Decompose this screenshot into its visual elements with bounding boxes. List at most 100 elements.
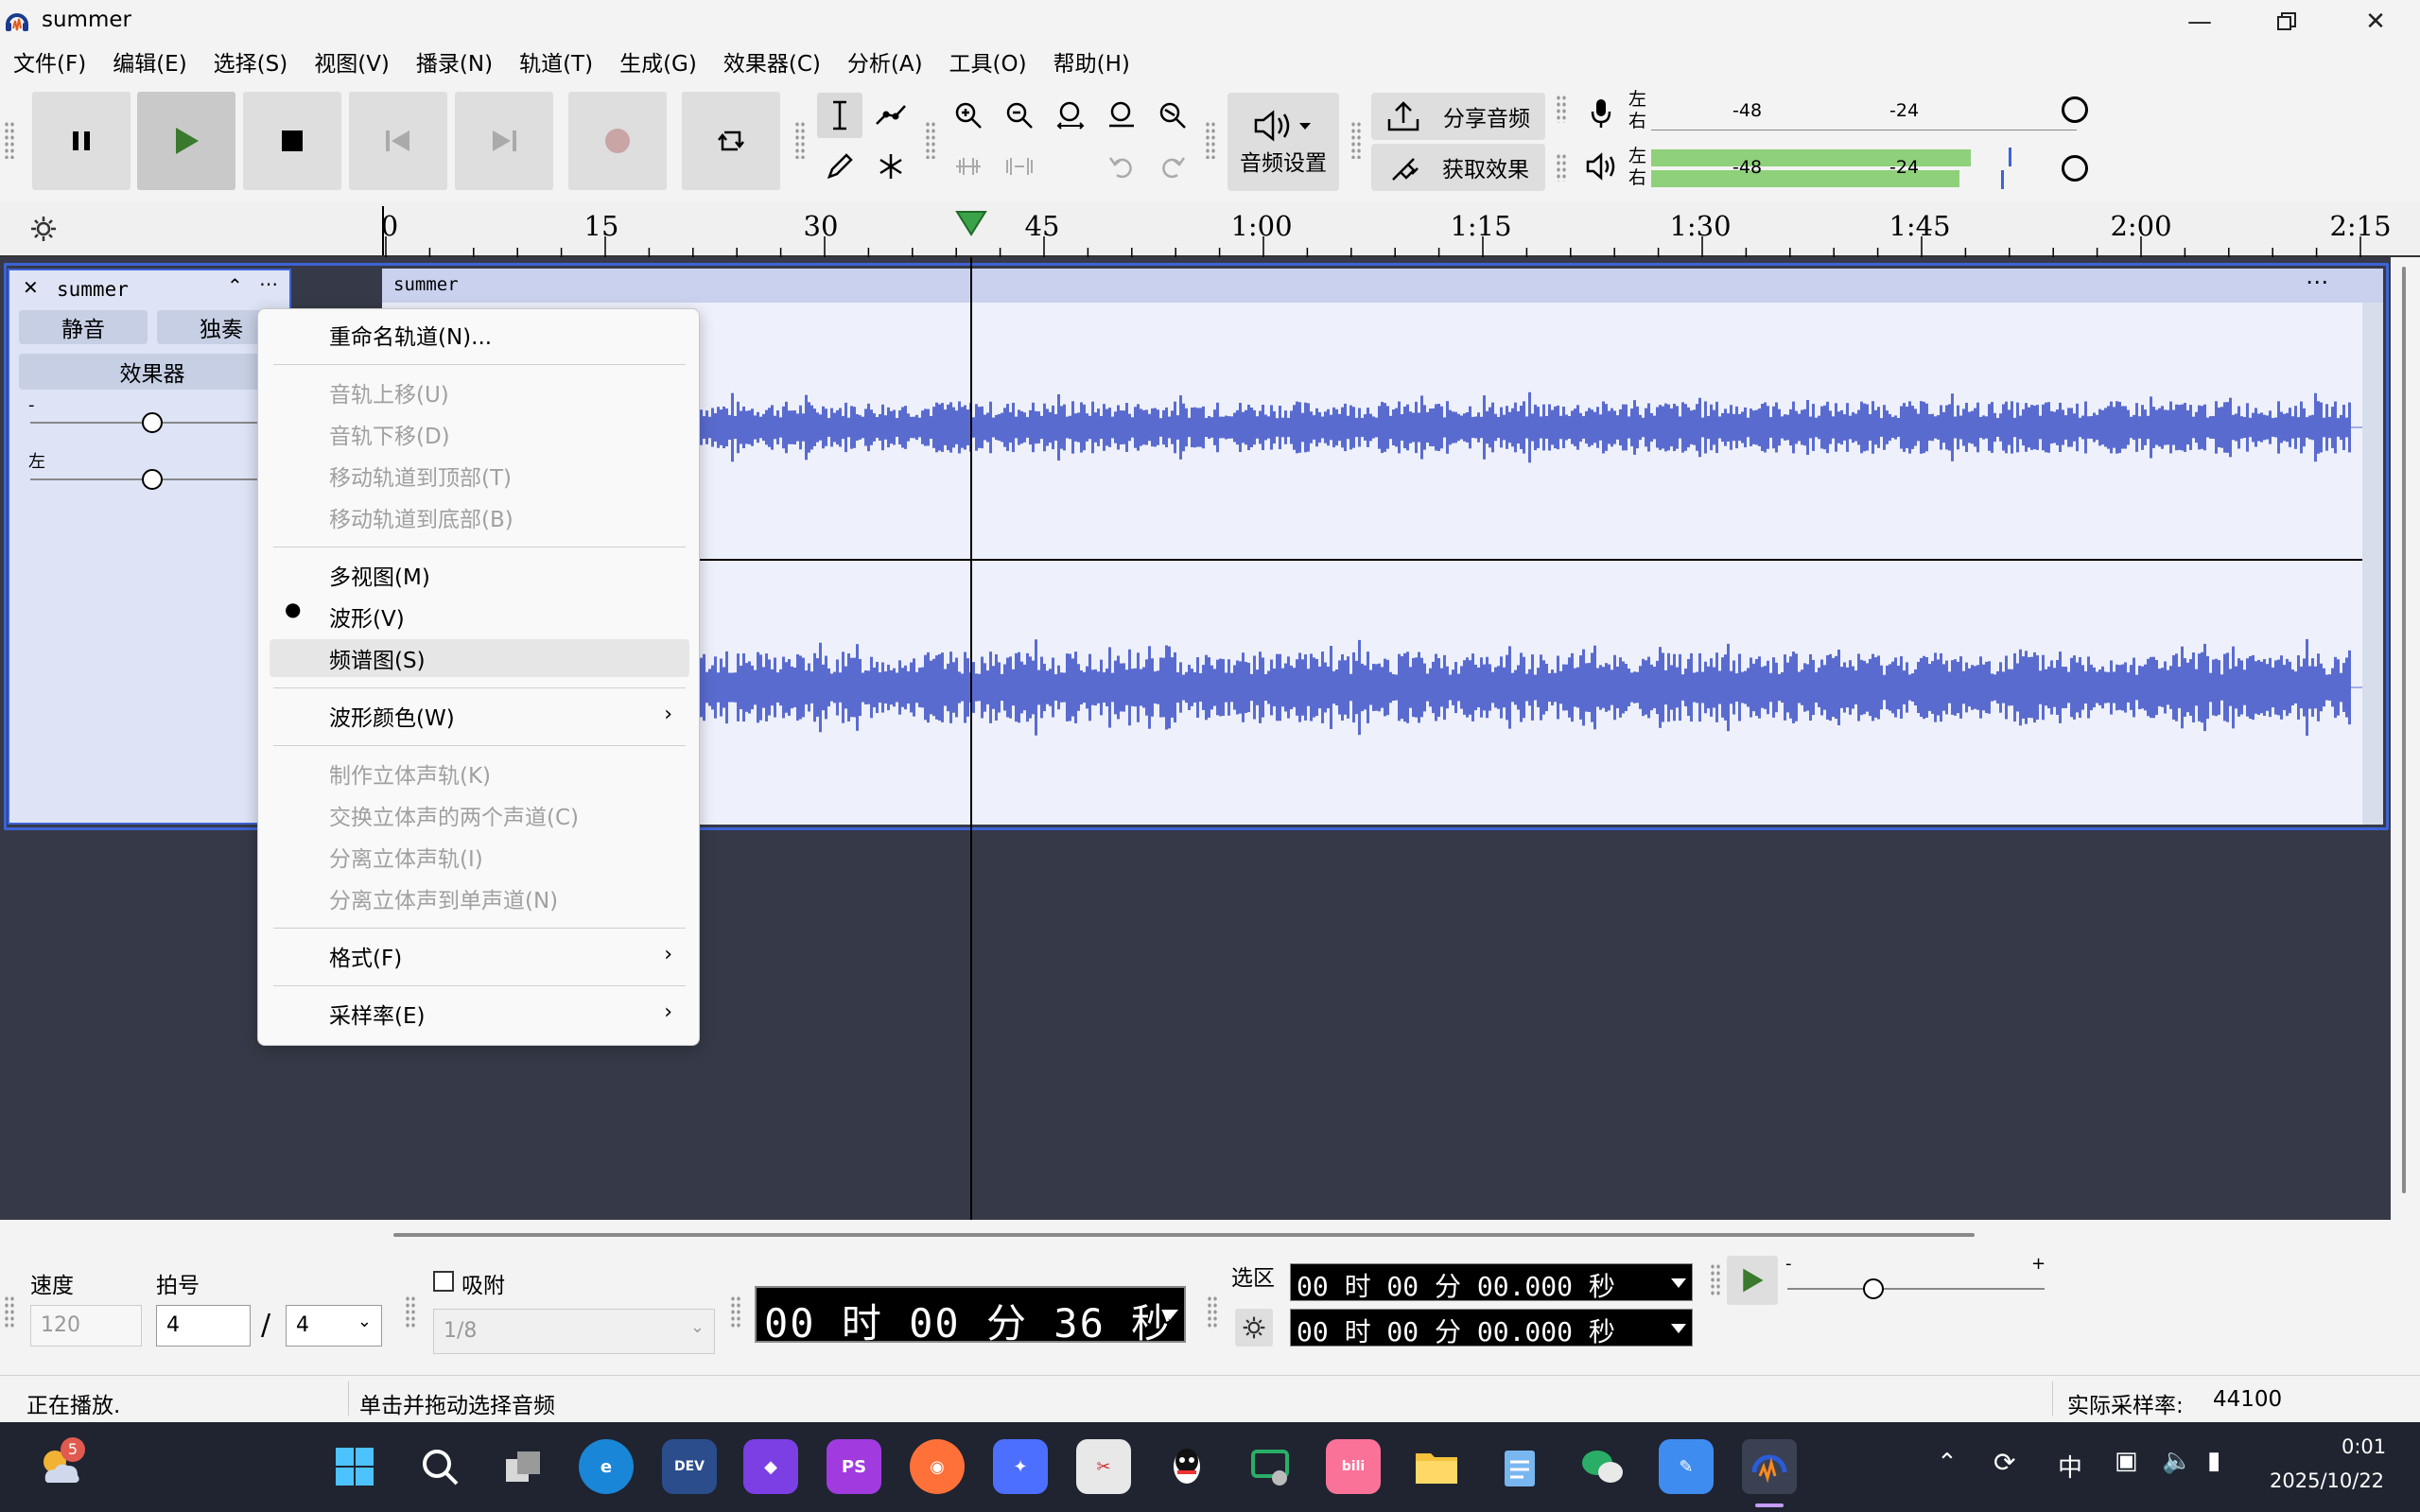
toolbar-grip[interactable] [1556,95,1567,123]
menu-tools[interactable]: 工具(O) [936,45,1040,78]
toolbar-grip[interactable] [1710,1263,1721,1295]
tempo-input[interactable]: 120 [30,1305,142,1347]
edge-icon[interactable]: e [579,1439,634,1494]
selection-tool-button[interactable] [817,93,862,138]
menu-swap-channels[interactable]: 交换立体声的两个声道(C) [258,796,699,834]
get-effects-button[interactable]: 获取效果 [1371,144,1545,191]
track-menu-icon[interactable]: ⋯ [259,272,278,295]
record-gain-knob[interactable] [2062,96,2088,123]
redo-button[interactable] [1150,144,1195,189]
menu-format[interactable]: 格式(F) [258,937,699,975]
undo-button[interactable] [1099,144,1144,189]
menu-move-bottom[interactable]: 移动轨道到底部(B) [258,498,699,536]
effects-button[interactable]: 效果器 [19,354,286,390]
ime-indicator[interactable]: 中 [2058,1449,2082,1484]
zoom-in-button[interactable] [946,93,991,138]
track-control-panel[interactable]: ✕ summer ⌃ ⋯ 静音 独奏 效果器 - 左 [8,269,291,825]
menu-transport[interactable]: 播录(N) [403,45,506,78]
menu-select[interactable]: 选择(S) [200,45,302,78]
toolbar-grip[interactable] [730,1295,741,1328]
phpstorm-icon[interactable]: PS [827,1439,881,1494]
collapse-icon[interactable]: ⌃ [227,274,243,297]
multi-tool-button[interactable] [868,144,914,189]
toolbar-grip[interactable] [1207,1295,1218,1328]
menu-effect[interactable]: 效果器(C) [710,45,834,78]
menu-sample-rate[interactable]: 采样率(E) [258,995,699,1033]
toolbar-grip[interactable] [405,1295,416,1328]
jetbrains-icon[interactable]: ◆ [743,1439,798,1494]
menu-file[interactable]: 文件(F) [0,45,99,78]
mute-button[interactable]: 静音 [19,310,148,344]
selection-end[interactable]: 00 时 00 分 00.000 秒 [1290,1309,1693,1347]
sel-end-dropdown-icon[interactable] [1670,1322,1687,1335]
stop-button[interactable] [243,92,341,190]
menu-spectrogram[interactable]: 频谱图(S) [270,639,689,677]
app-icon[interactable]: ✦ [993,1439,1048,1494]
firefox-icon[interactable]: ◉ [910,1439,965,1494]
clock-date[interactable]: 2025/10/22 [2270,1469,2384,1492]
track-close-icon[interactable]: ✕ [23,276,39,299]
menu-waveform[interactable]: 波形(V) [258,598,699,635]
clip-menu-icon[interactable]: ⋯ [2306,269,2328,295]
record-meter[interactable]: -48 -24 [1651,89,2077,130]
timeline-settings-button[interactable] [28,214,59,248]
menu-split-stereo[interactable]: 分离立体声轨(I) [258,838,699,876]
skip-start-button[interactable] [349,92,447,190]
toolbar-grip[interactable] [794,121,806,159]
folder-icon[interactable] [1409,1439,1464,1494]
playhead-marker[interactable] [955,210,987,236]
notepad-icon[interactable] [1492,1439,1547,1494]
gain-slider-thumb[interactable] [142,412,163,433]
time-format-dropdown-icon[interactable] [1159,1307,1180,1322]
clip-header[interactable]: summer ⋯ [382,269,2383,303]
envelope-tool-button[interactable] [868,93,914,138]
pause-button[interactable] [32,92,131,190]
toolbar-grip[interactable] [1556,153,1567,182]
volume-icon[interactable]: 🔈 [2162,1447,2192,1475]
sel-start-dropdown-icon[interactable] [1670,1277,1687,1290]
menu-help[interactable]: 帮助(H) [1040,45,1143,78]
zoom-toggle-button[interactable] [1150,93,1195,138]
vertical-scroll-thumb[interactable] [2402,267,2406,1193]
zoom-out-button[interactable] [997,93,1042,138]
menu-rename-track[interactable]: 重命名轨道(N)... [258,316,699,354]
toolbar-grip[interactable] [1205,121,1216,159]
maximize-button[interactable] [2243,0,2330,43]
weather-widget[interactable]: 5 [34,1437,87,1492]
skip-end-button[interactable] [455,92,553,190]
tray-chevron-up-icon[interactable]: ⌃ [1937,1449,1958,1477]
draw-tool-button[interactable] [817,144,862,189]
menu-multi-view[interactable]: 多视图(M) [258,556,699,594]
menu-view[interactable]: 视图(V) [301,45,403,78]
menu-generate[interactable]: 生成(G) [606,45,710,78]
devc-icon[interactable]: DEV [662,1439,717,1494]
record-meter-button[interactable] [1577,91,1625,136]
snap-dropdown[interactable]: 1/8 ⌄ [433,1309,715,1354]
horizontal-scroll-thumb[interactable] [393,1233,1975,1237]
speed-slider-track[interactable] [1787,1288,2045,1290]
menu-wave-color[interactable]: 波形颜色(W) [258,697,699,735]
playback-gain-knob[interactable] [2062,155,2088,182]
battery-icon[interactable]: ▮ [2207,1447,2220,1475]
snip-icon[interactable]: ✂ [1076,1439,1131,1494]
menu-edit[interactable]: 编辑(E) [99,45,200,78]
record-button[interactable] [568,92,667,190]
menu-split-mono[interactable]: 分离立体声到单声道(N) [258,879,699,917]
toolbar-grip[interactable] [4,1295,15,1328]
horizontal-scrollbar[interactable] [0,1220,2393,1243]
trim-button[interactable] [946,144,991,189]
menu-make-stereo[interactable]: 制作立体声轨(K) [258,755,699,792]
snap-checkbox[interactable] [433,1271,454,1292]
start-icon[interactable] [327,1439,382,1494]
toolbar-grip[interactable] [925,121,936,159]
clock-time[interactable]: 0:01 [2342,1435,2386,1458]
menu-move-top[interactable]: 移动轨道到顶部(T) [258,457,699,495]
toolbar-grip[interactable] [1350,121,1362,159]
fit-project-button[interactable] [1099,93,1144,138]
time-sig-denominator[interactable]: 4 ⌄ [286,1305,382,1347]
wechat-dev-icon[interactable] [1243,1439,1297,1494]
share-audio-button[interactable]: 分享音频 [1371,93,1545,140]
search-icon[interactable] [412,1439,467,1494]
menu-move-down[interactable]: 音轨下移(D) [258,415,699,453]
speed-slider-thumb[interactable] [1863,1278,1884,1299]
